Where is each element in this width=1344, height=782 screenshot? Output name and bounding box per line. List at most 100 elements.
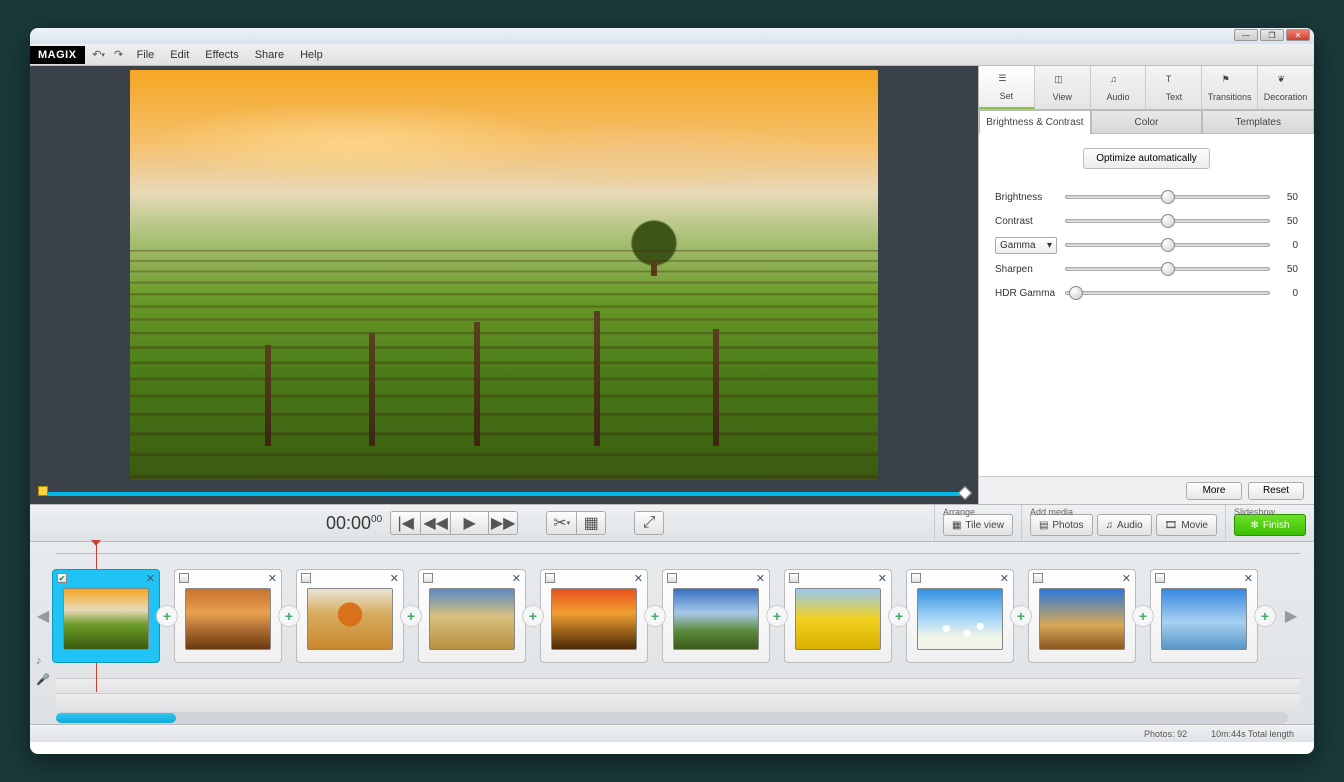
play-button[interactable]: ▶ bbox=[450, 511, 488, 535]
slider-thumb[interactable] bbox=[1161, 190, 1175, 204]
slider-value: 0 bbox=[1278, 288, 1298, 299]
fullscreen-button[interactable]: ⤢ bbox=[634, 511, 664, 535]
clip-check-icon[interactable] bbox=[423, 573, 433, 583]
playhead-end[interactable] bbox=[958, 486, 972, 500]
subtab-templates[interactable]: Templates bbox=[1202, 110, 1314, 134]
transition-slot-3[interactable]: + bbox=[526, 608, 540, 624]
clip-1[interactable]: ✕ bbox=[174, 569, 282, 663]
clip-remove-icon[interactable]: ✕ bbox=[390, 572, 399, 585]
clip-remove-icon[interactable]: ✕ bbox=[878, 572, 887, 585]
clip-6[interactable]: ✕ bbox=[784, 569, 892, 663]
timeline-nav-right[interactable]: ▶ bbox=[1282, 576, 1300, 656]
minimize-button[interactable]: — bbox=[1234, 29, 1258, 41]
cut-button[interactable]: ✂▾ bbox=[546, 511, 576, 535]
clip-2[interactable]: ✕ bbox=[296, 569, 404, 663]
clip-check-icon[interactable] bbox=[301, 573, 311, 583]
rtab-view[interactable]: ◫View bbox=[1035, 66, 1091, 109]
clip-check-icon[interactable] bbox=[179, 573, 189, 583]
transition-slot-4[interactable]: + bbox=[648, 608, 662, 624]
slider-gamma[interactable] bbox=[1065, 243, 1270, 247]
clip-0[interactable]: ✔✕ bbox=[52, 569, 160, 663]
slider-thumb[interactable] bbox=[1069, 286, 1083, 300]
menu-effects[interactable]: Effects bbox=[197, 49, 246, 61]
clip-9[interactable]: ✕ bbox=[1150, 569, 1258, 663]
rtab-set[interactable]: ☰Set bbox=[979, 66, 1035, 109]
rtab-audio[interactable]: ♫Audio bbox=[1091, 66, 1147, 109]
add-audio-button[interactable]: ♫Audio bbox=[1097, 514, 1152, 536]
finish-button[interactable]: ✻Finish bbox=[1234, 514, 1306, 536]
clip-check-icon[interactable] bbox=[1033, 573, 1043, 583]
clip-check-icon[interactable]: ✔ bbox=[57, 573, 67, 583]
slider-label-gamma[interactable]: Gamma ▾ bbox=[995, 237, 1057, 254]
clip-check-icon[interactable] bbox=[545, 573, 555, 583]
slider-thumb[interactable] bbox=[1161, 262, 1175, 276]
tile-view-button[interactable]: ▦Tile view bbox=[943, 514, 1013, 536]
clip-7[interactable]: ✕ bbox=[906, 569, 1014, 663]
transition-slot-8[interactable]: + bbox=[1136, 608, 1150, 624]
close-button[interactable]: ✕ bbox=[1286, 29, 1310, 41]
audio-track-1[interactable] bbox=[56, 678, 1300, 693]
menubar: MAGIX ↶▾ ↷ File Edit Effects Share Help bbox=[30, 44, 1314, 66]
menu-help[interactable]: Help bbox=[292, 49, 331, 61]
clip-remove-icon[interactable]: ✕ bbox=[512, 572, 521, 585]
transition-slot-0[interactable]: + bbox=[160, 608, 174, 624]
maximize-button[interactable]: ❐ bbox=[1260, 29, 1284, 41]
undo-button[interactable]: ↶▾ bbox=[89, 46, 109, 64]
clip-remove-icon[interactable]: ✕ bbox=[1244, 572, 1253, 585]
slider-thumb[interactable] bbox=[1161, 214, 1175, 228]
slider-label-contrast: Contrast bbox=[995, 216, 1057, 227]
clip-check-icon[interactable] bbox=[789, 573, 799, 583]
reset-button[interactable]: Reset bbox=[1248, 482, 1304, 500]
clip-8[interactable]: ✕ bbox=[1028, 569, 1136, 663]
rtab-text[interactable]: TText bbox=[1146, 66, 1202, 109]
clip-remove-icon[interactable]: ✕ bbox=[268, 572, 277, 585]
transition-slot-2[interactable]: + bbox=[404, 608, 418, 624]
rewind-button[interactable]: ◀◀ bbox=[420, 511, 450, 535]
slider-sharpen[interactable] bbox=[1065, 267, 1270, 271]
subtab-brightness-contrast[interactable]: Brightness & Contrast bbox=[979, 110, 1091, 134]
clip-remove-icon[interactable]: ✕ bbox=[146, 572, 155, 585]
slider-brightness[interactable] bbox=[1065, 195, 1270, 199]
timeline-scrollbar[interactable] bbox=[56, 712, 1288, 724]
menu-share[interactable]: Share bbox=[247, 49, 292, 61]
more-button[interactable]: More bbox=[1186, 482, 1242, 500]
clip-check-icon[interactable] bbox=[1155, 573, 1165, 583]
clip-4[interactable]: ✕ bbox=[540, 569, 648, 663]
clip-remove-icon[interactable]: ✕ bbox=[756, 572, 765, 585]
rtab-transitions[interactable]: ⚑Transitions bbox=[1202, 66, 1258, 109]
forward-button[interactable]: ▶▶ bbox=[488, 511, 518, 535]
transition-slot-5[interactable]: + bbox=[770, 608, 784, 624]
clip-remove-icon[interactable]: ✕ bbox=[634, 572, 643, 585]
audio-track-2[interactable] bbox=[56, 693, 1300, 708]
rtab-decoration[interactable]: ❦Decoration bbox=[1258, 66, 1314, 109]
menu-file[interactable]: File bbox=[129, 49, 163, 61]
redo-button[interactable]: ↷ bbox=[109, 46, 129, 64]
clip-5[interactable]: ✕ bbox=[662, 569, 770, 663]
menu-edit[interactable]: Edit bbox=[162, 49, 197, 61]
slider-thumb[interactable] bbox=[1161, 238, 1175, 252]
skip-start-button[interactable]: |◀ bbox=[390, 511, 420, 535]
timeline-scroll-handle[interactable] bbox=[56, 713, 176, 723]
playhead-handle[interactable] bbox=[38, 486, 48, 496]
group-button[interactable]: ▦ bbox=[576, 511, 606, 535]
clip-remove-icon[interactable]: ✕ bbox=[1122, 572, 1131, 585]
transition-slot-1[interactable]: + bbox=[282, 608, 296, 624]
timeline-nav-left[interactable]: ◀ bbox=[34, 576, 52, 656]
clip-check-icon[interactable] bbox=[667, 573, 677, 583]
clip-3[interactable]: ✕ bbox=[418, 569, 526, 663]
music-track-icon[interactable]: ♪ bbox=[36, 655, 50, 667]
clip-check-icon[interactable] bbox=[911, 573, 921, 583]
transition-slot-7[interactable]: + bbox=[1014, 608, 1028, 624]
transition-slot-6[interactable]: + bbox=[892, 608, 906, 624]
clip-remove-icon[interactable]: ✕ bbox=[1000, 572, 1009, 585]
transition-slot-end[interactable]: + bbox=[1258, 608, 1272, 624]
slider-contrast[interactable] bbox=[1065, 219, 1270, 223]
subtab-color[interactable]: Color bbox=[1091, 110, 1203, 134]
slider-hdr-gamma[interactable] bbox=[1065, 291, 1270, 295]
preview-scrubber[interactable] bbox=[38, 486, 970, 500]
optimize-auto-button[interactable]: Optimize automatically bbox=[1083, 148, 1210, 169]
add-movie-button[interactable]: 🎞Movie bbox=[1156, 514, 1217, 536]
voice-track-icon[interactable]: 🎤 bbox=[36, 673, 50, 686]
add-photos-button[interactable]: ▤Photos bbox=[1030, 514, 1093, 536]
timeline-ruler[interactable] bbox=[56, 542, 1300, 554]
